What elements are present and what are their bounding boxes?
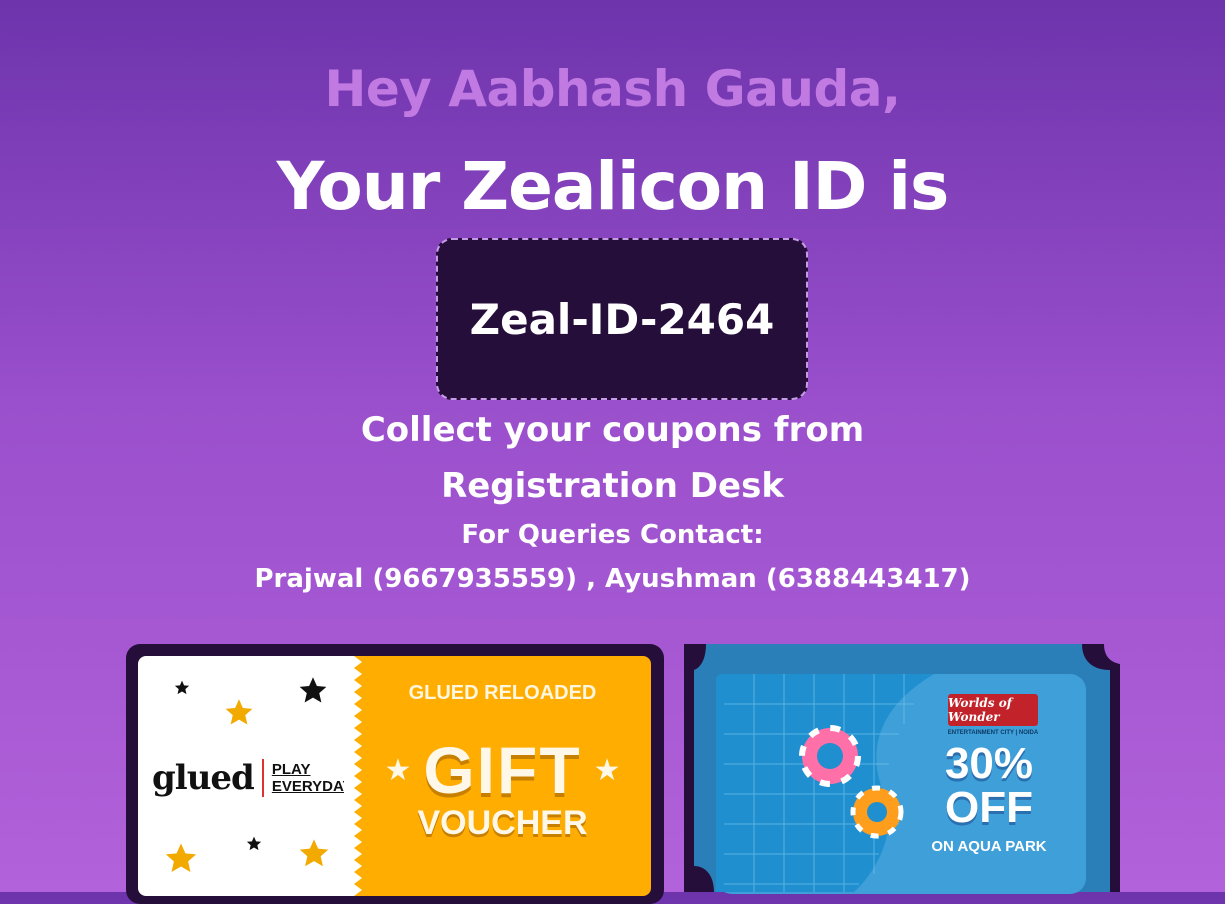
discount-percent: 30%: [944, 739, 1034, 788]
queries-label: For Queries Contact:: [461, 520, 764, 550]
contacts-text: Prajwal (9667935559) , Ayushman (6388443…: [254, 564, 971, 594]
gift-title-row: ★ GIFT ★: [354, 732, 651, 808]
collect-line-2: Registration Desk: [441, 466, 784, 506]
glued-voucher-ticket: glued PLAY EVERYDAY GLUED RELOADED ★ GIF…: [138, 656, 651, 896]
star-icon: [174, 680, 190, 695]
star-icon: ★: [593, 752, 621, 788]
glued-tagline-line1: PLAY: [271, 761, 311, 778]
star-icon: [165, 843, 197, 873]
glued-voucher-card: glued PLAY EVERYDAY GLUED RELOADED ★ GIF…: [126, 644, 664, 904]
zeal-id-box: Zeal-ID-2464: [436, 238, 808, 400]
wow-logo-subtitle: ENTERTAINMENT CITY | NOIDA: [947, 730, 1039, 736]
glued-reloaded-label: GLUED RELOADED: [408, 682, 597, 704]
glued-logo: glued PLAY EVERYDAY: [152, 758, 352, 798]
gift-title: GIFT: [423, 733, 582, 807]
glued-brand-panel: glued PLAY EVERYDAY: [138, 656, 354, 896]
star-icon: ★: [384, 752, 412, 788]
glued-tagline-line2: EVERYDAY: [271, 778, 353, 795]
star-icon: [299, 677, 327, 703]
collect-line-1: Collect your coupons from: [360, 410, 865, 450]
wow-aqua-park-card: Worlds of Wonder ENTERTAINMENT CITY | NO…: [684, 644, 1120, 904]
star-icon: [225, 699, 253, 725]
star-icon: [246, 836, 262, 851]
star-icon: [299, 839, 329, 867]
glued-brand: glued: [152, 758, 255, 798]
aqua-park-label: ON AQUA PARK: [931, 838, 1047, 855]
id-heading: Your Zealicon ID is: [276, 148, 950, 225]
logo-divider: [261, 759, 264, 797]
discount-off: OFF: [945, 783, 1033, 832]
greeting-text: Hey Aabhash Gauda,: [324, 60, 902, 118]
wow-logo: Worlds of Wonder: [948, 694, 1038, 726]
glued-tagline: PLAY EVERYDAY: [272, 761, 353, 795]
ticket-zigzag-edge: [344, 656, 362, 896]
zeal-id-value: Zeal-ID-2464: [469, 294, 775, 344]
voucher-subtitle: VOUCHER: [417, 804, 588, 842]
glued-offer-panel: GLUED RELOADED ★ GIFT ★ VOUCHER: [354, 656, 651, 896]
